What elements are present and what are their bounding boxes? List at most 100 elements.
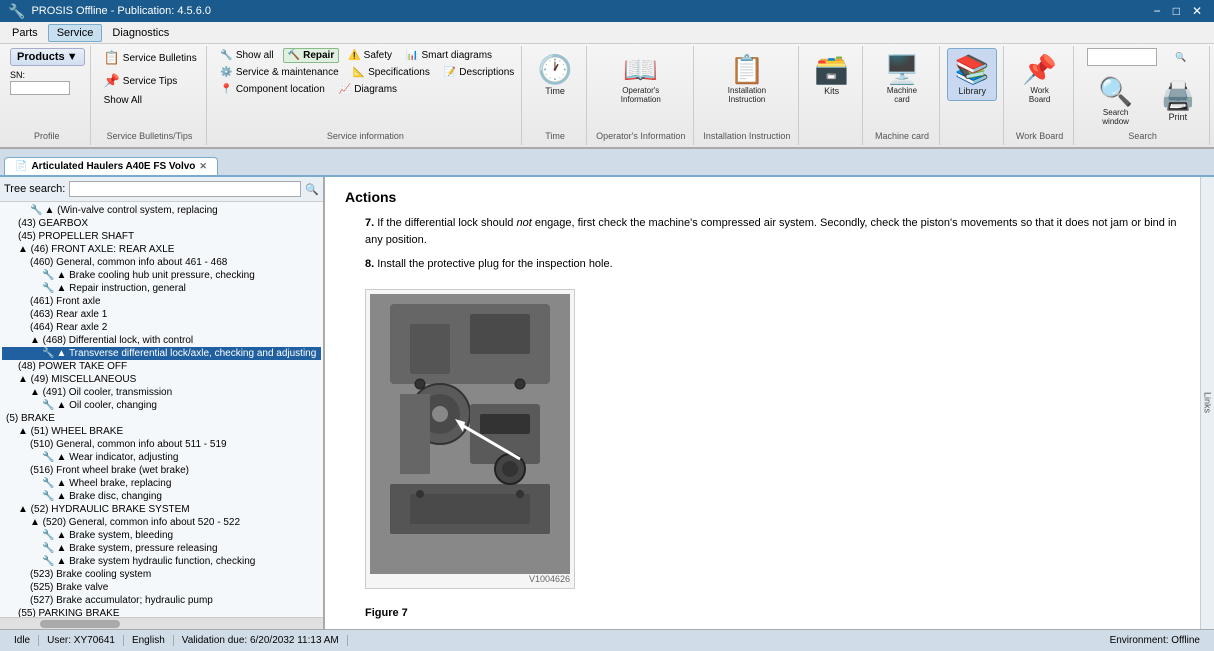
tab-main[interactable]: 📄 Articulated Haulers A40E FS Volvo ✕ [4,157,218,175]
machine-card-button[interactable]: 🖥️ Machine card [871,48,932,109]
service-tips-button[interactable]: 📌 Service Tips [99,71,202,91]
tree-search-input[interactable] [69,181,301,197]
tree-item[interactable]: ▲ (491) Oil cooler, transmission [2,386,321,399]
print-button[interactable]: 🖨️ Print [1153,74,1203,127]
tree-item[interactable]: ▲ (51) WHEEL BRAKE [2,425,321,438]
right-panel: Actions 7. If the differential lock shou… [325,177,1200,629]
search-icon-button[interactable]: 🔍 [1163,49,1199,66]
h-scrollbar[interactable] [0,617,323,629]
tree-item[interactable]: 🔧▲ Wheel brake, replacing [2,477,321,490]
search-window-icon: 🔍 [1098,75,1133,108]
operators-info-button[interactable]: 📖 Operator's Information [595,48,687,109]
service-bulletins-button[interactable]: 📋 Service Bulletins [99,48,202,68]
show-all-button[interactable]: Show All [99,93,147,108]
tree-item[interactable]: 🔧▲ Brake system, pressure releasing [2,542,321,555]
descriptions-icon: 📝 [444,67,456,78]
products-button[interactable]: Products ▼ [10,48,85,66]
tree-item[interactable]: ▲ (46) FRONT AXLE: REAR AXLE [2,243,321,256]
tree-item[interactable]: ▲ (468) Differential lock, with control [2,334,321,347]
tree-item[interactable]: (45) PROPELLER SHAFT [2,230,321,243]
tree-item[interactable]: 🔧▲ Repair instruction, general [2,282,321,295]
close-button[interactable]: ✕ [1188,4,1206,18]
menu-service[interactable]: Service [48,24,103,42]
tree-item[interactable]: 🔧▲ Transverse differential lock/axle, ch… [2,347,321,360]
menu-diagnostics[interactable]: Diagnostics [104,25,177,41]
tree-item[interactable]: 🔧▲ (Win-valve control system, replacing [2,204,321,217]
title-bar-controls[interactable]: − □ ✕ [1150,4,1206,18]
safety-icon: ⚠️ [348,50,360,61]
tree-item[interactable]: (461) Front axle [2,295,321,308]
tree-item[interactable]: (464) Rear axle 2 [2,321,321,334]
show-all2-button[interactable]: 🔧 Show all [215,48,278,63]
library-button[interactable]: 📚 Library [947,48,997,101]
search-window-button[interactable]: 🔍 Search window [1082,70,1149,131]
tree-item[interactable]: (523) Brake cooling system [2,568,321,581]
machine-card-group-label: Machine card [871,131,932,141]
menu-parts[interactable]: Parts [4,25,46,41]
print-icon: 🖨️ [1161,79,1196,112]
app-icon: 🔧 [8,3,25,20]
figure-box: V1004626 [365,289,575,589]
tree-item[interactable]: 🔧▲ Oil cooler, changing [2,399,321,412]
h-scroll-thumb[interactable] [40,620,120,628]
tree-item[interactable]: 🔧▲ Brake cooling hub unit pressure, chec… [2,269,321,282]
links-panel[interactable]: Links [1200,177,1214,629]
sn-area: SN: [10,70,70,95]
repair-icon: 🔨 [288,50,300,61]
title-bar: 🔧 PROSIS Offline - Publication: 4.5.6.0 … [0,0,1214,22]
tree-search-label: Tree search: [4,183,65,195]
products-chevron: ▼ [67,51,78,63]
sb-tips-label: Service Bulletins/Tips [99,131,201,141]
minimize-button[interactable]: − [1150,4,1165,18]
service-bulletins-icon: 📋 [104,50,120,66]
menu-bar: Parts Service Diagnostics [0,22,1214,44]
tree-item[interactable]: 🔧▲ Brake disc, changing [2,490,321,503]
tree-item[interactable]: 🔧▲ Brake system, bleeding [2,529,321,542]
tree-item[interactable]: (527) Brake accumulator; hydraulic pump [2,594,321,607]
tree-item[interactable]: (43) GEARBOX [2,217,321,230]
time-group-label: Time [530,131,579,141]
smart-diagrams-button[interactable]: 📊 Smart diagrams [401,48,497,63]
maximize-button[interactable]: □ [1169,4,1184,18]
time-icon: 🕐 [538,53,573,86]
installation-group-label: Installation Instruction [702,131,792,141]
service-maintenance-button[interactable]: ⚙️ Service & maintenance [215,65,343,80]
tree-item[interactable]: 🔧▲ Wear indicator, adjusting [2,451,321,464]
status-state: Idle [6,635,39,646]
safety-button[interactable]: ⚠️ Safety [343,48,397,63]
tree-item[interactable]: (460) General, common info about 461 - 4… [2,256,321,269]
tree-item[interactable]: ▲ (520) General, common info about 520 -… [2,516,321,529]
search-icon: 🔍 [1175,52,1186,63]
tree-item[interactable]: (55) PARKING BRAKE [2,607,321,617]
tree-item[interactable]: ▲ (49) MISCELLANEOUS [2,373,321,386]
tree-item[interactable]: (463) Rear axle 1 [2,308,321,321]
figure-caption: Figure 7 [365,605,1180,622]
kits-button[interactable]: 🗃️ Kits [807,48,857,101]
work-board-button[interactable]: 📌 Work Board [1012,48,1067,109]
tree-item[interactable]: (48) POWER TAKE OFF [2,360,321,373]
installation-button[interactable]: 📋 Installation Instruction [702,48,792,109]
component-location-button[interactable]: 📍 Component location [215,82,329,97]
diagrams-button[interactable]: 📈 Diagrams [334,82,402,97]
sn-input[interactable] [10,81,70,95]
content-title: Actions [345,189,1180,205]
smart-diagrams-icon: 📊 [406,50,418,61]
tree-container: 🔧▲ (Win-valve control system, replacing(… [0,202,323,617]
search-input[interactable] [1087,48,1157,66]
descriptions-button[interactable]: 📝 Descriptions [439,65,519,80]
time-button[interactable]: 🕐 Time [530,48,580,101]
sn-label: SN: [10,70,70,80]
tree-item[interactable]: (510) General, common info about 511 - 5… [2,438,321,451]
item8-text: Install the protective plug for the insp… [377,258,612,270]
content-item-8: 8. Install the protective plug for the i… [365,256,1180,273]
tree-search-icon[interactable]: 🔍 [305,183,319,196]
repair-button[interactable]: 🔨 Repair [283,48,340,63]
tree-item[interactable]: 🔧▲ Brake system hydraulic function, chec… [2,555,321,568]
tree-item[interactable]: ▲ (52) HYDRAULIC BRAKE SYSTEM [2,503,321,516]
tab-close-button[interactable]: ✕ [199,161,207,172]
status-validation: Validation due: 6/20/2032 11:13 AM [174,635,348,646]
tree-item[interactable]: (5) BRAKE [2,412,321,425]
tree-item[interactable]: (516) Front wheel brake (wet brake) [2,464,321,477]
tree-item[interactable]: (525) Brake valve [2,581,321,594]
specifications-button[interactable]: 📐 Specifications [348,65,435,80]
